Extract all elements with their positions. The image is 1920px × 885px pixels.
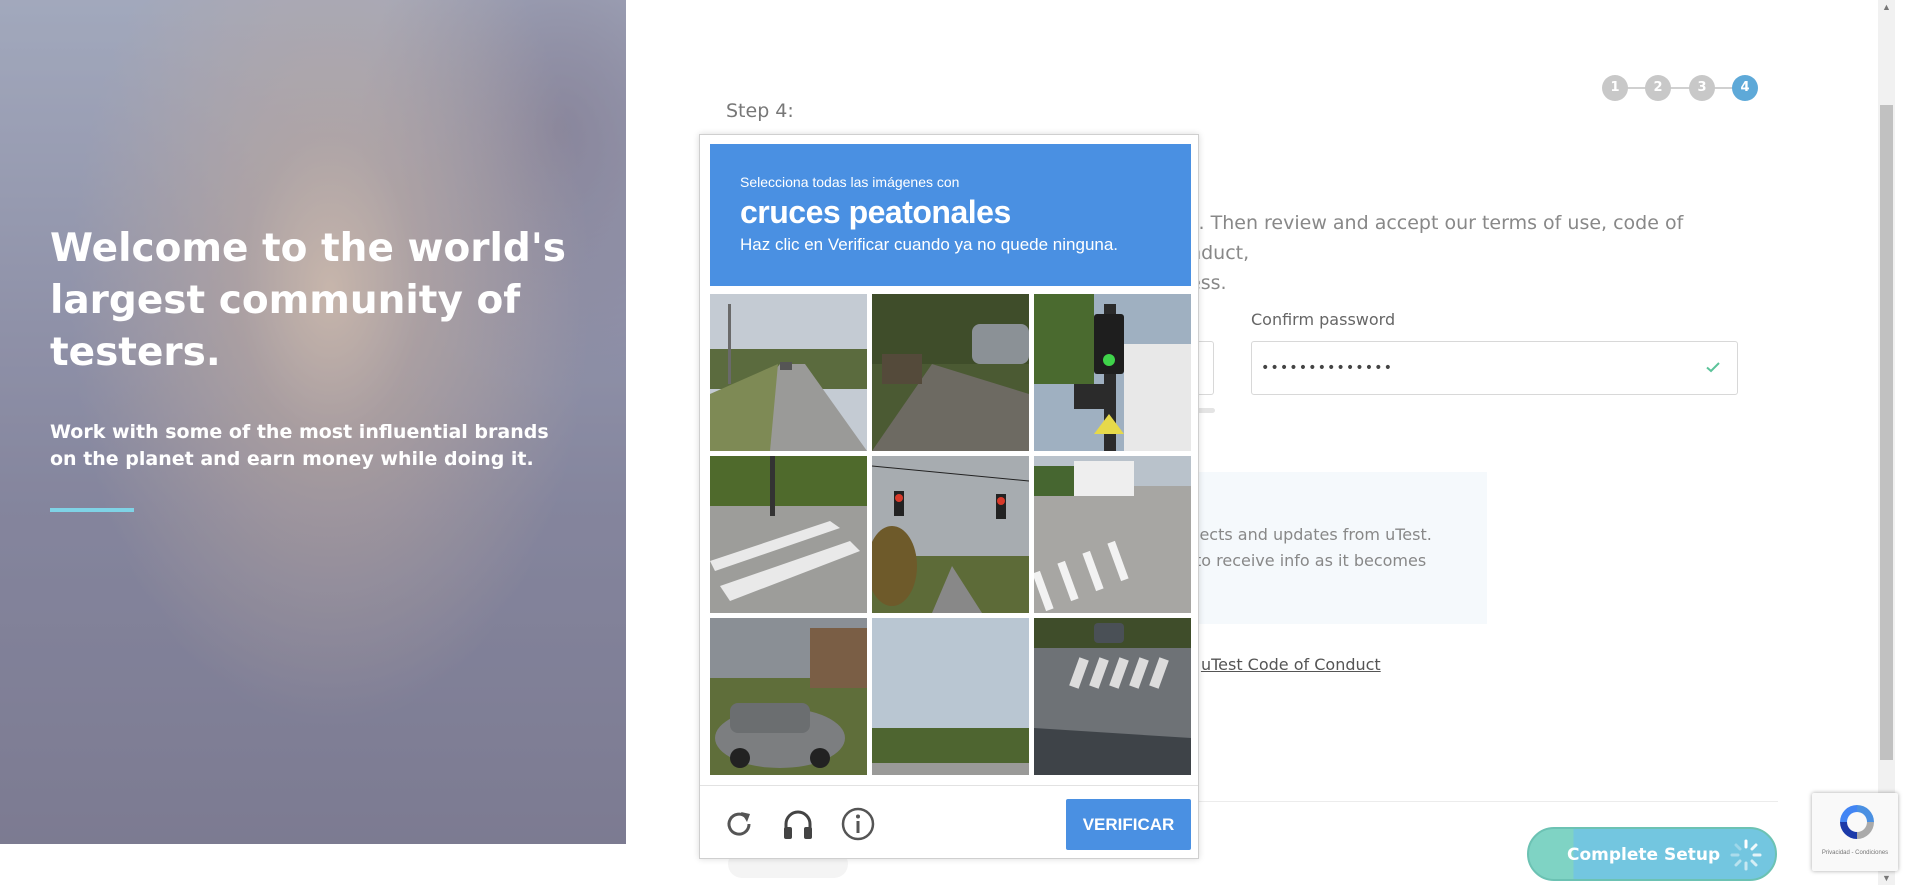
- intro-text: unt. Then review and accept our terms of…: [1167, 208, 1757, 298]
- hero-subtitle: Work with some of the most influential b…: [50, 421, 549, 470]
- captcha-tile-6[interactable]: [1034, 456, 1191, 613]
- intro-line-1: unt. Then review and accept our terms of…: [1167, 212, 1684, 264]
- hero-title: Welcome to the world's largest community…: [50, 226, 566, 375]
- captcha-tile-1[interactable]: [710, 294, 867, 451]
- footer-divider: [1195, 801, 1778, 802]
- recaptcha-logo-icon: [1840, 805, 1874, 839]
- info-icon[interactable]: [840, 806, 876, 842]
- captcha-tile-8[interactable]: [872, 618, 1029, 775]
- code-of-conduct-link[interactable]: uTest Code of Conduct: [1201, 655, 1381, 674]
- scrollbar-thumb[interactable]: [1880, 105, 1893, 760]
- code-of-conduct-text: e uTest Code of Conduct: [1186, 655, 1381, 674]
- step-2: 2: [1645, 75, 1671, 101]
- newsletter-line-1: jects and updates from uTest.: [1195, 525, 1432, 544]
- step-label: Step 4:: [726, 100, 794, 122]
- captcha-tile-3[interactable]: [1034, 294, 1191, 451]
- captcha-tile-7[interactable]: [710, 618, 867, 775]
- captcha-keyword: cruces peatonales: [740, 194, 1011, 230]
- captcha-tile-5[interactable]: [872, 456, 1029, 613]
- captcha-image-grid: [710, 294, 1191, 776]
- reload-icon[interactable]: [721, 806, 757, 842]
- captcha-footer-divider: [700, 785, 1198, 786]
- checkmark-icon: [1706, 362, 1720, 373]
- audio-icon[interactable]: [780, 806, 816, 842]
- spinner-icon: [1730, 839, 1762, 871]
- confirm-password-value: ••••••••••••••: [1261, 360, 1394, 376]
- captcha-tile-4[interactable]: [710, 456, 867, 613]
- captcha-header: Selecciona todas las imágenes con cruces…: [710, 144, 1191, 286]
- confirm-password-label: Confirm password: [1251, 310, 1396, 329]
- captcha-tile-2[interactable]: [872, 294, 1029, 451]
- recaptcha-badge[interactable]: Privacidad - Condiciones: [1812, 793, 1898, 871]
- hero-divider: [50, 508, 134, 512]
- newsletter-text: jects and updates from uTest. to receive…: [1195, 522, 1485, 574]
- newsletter-line-2: to receive info as it becomes: [1195, 551, 1427, 570]
- recaptcha-badge-text: Privacidad - Condiciones: [1821, 850, 1889, 856]
- captcha-tile-9[interactable]: [1034, 618, 1191, 775]
- captcha-instruction: Haz clic en Verificar cuando ya no quede…: [740, 235, 1119, 254]
- scroll-up-arrow-icon[interactable]: ▲: [1878, 0, 1895, 14]
- complete-setup-label: Complete Setup: [1567, 845, 1721, 865]
- step-4: 4: [1732, 75, 1758, 101]
- scroll-down-arrow-icon[interactable]: ▼: [1878, 871, 1895, 885]
- intro-line-2: ocess.: [1167, 268, 1757, 298]
- step-3: 3: [1689, 75, 1715, 101]
- complete-setup-button[interactable]: Complete Setup: [1527, 827, 1777, 881]
- verify-button[interactable]: VERIFICAR: [1066, 799, 1191, 850]
- stepper-line: [1614, 87, 1744, 89]
- step-1: 1: [1602, 75, 1628, 101]
- captcha-select-text: Selecciona todas las imágenes con: [740, 174, 960, 190]
